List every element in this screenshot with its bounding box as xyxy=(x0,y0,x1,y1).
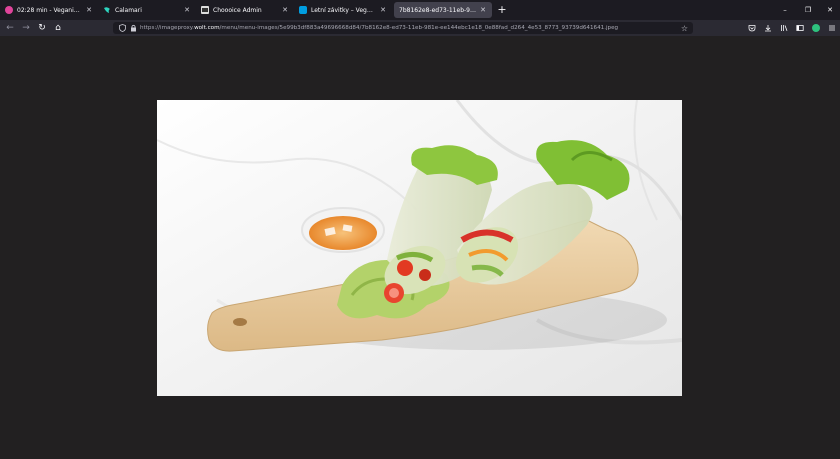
close-window-button[interactable]: ✕ xyxy=(820,0,840,20)
url-text[interactable]: https://imageproxy.wolt.com/menu/menu-im… xyxy=(140,25,681,31)
pink-circle-icon xyxy=(5,6,13,14)
url-prefix: https://imageproxy. xyxy=(140,25,195,31)
downloads-icon[interactable] xyxy=(760,20,776,36)
wolt-icon xyxy=(299,6,307,14)
tab-title: Letní závitky – Veganio - Wolt xyxy=(311,6,376,14)
forward-button[interactable]: → xyxy=(18,20,34,36)
back-button[interactable]: ← xyxy=(2,20,18,36)
calamari-icon xyxy=(103,6,111,14)
food-image[interactable] xyxy=(157,100,682,396)
tab-veganio[interactable]: 02:28 min - Veganio, Veganio - ✕ xyxy=(0,0,98,20)
close-icon[interactable]: ✕ xyxy=(281,6,289,14)
choooice-icon xyxy=(201,6,209,14)
library-icon[interactable] xyxy=(776,20,792,36)
close-icon[interactable]: ✕ xyxy=(183,6,191,14)
new-tab-button[interactable]: + xyxy=(494,2,510,18)
close-icon[interactable]: ✕ xyxy=(379,6,387,14)
tab-choooice-admin[interactable]: Choooice Admin ✕ xyxy=(196,0,294,20)
tab-image-active[interactable]: 7b8162e8-ed73-11eb-981e-ee144c ✕ xyxy=(394,2,492,18)
restore-button[interactable]: ❐ xyxy=(798,0,818,20)
url-domain: wolt.com xyxy=(194,25,220,31)
menu-icon[interactable] xyxy=(824,20,840,36)
bookmark-star-icon[interactable]: ☆ xyxy=(681,24,688,33)
tab-wolt[interactable]: Letní závitky – Veganio - Wolt ✕ xyxy=(294,0,392,20)
tab-title: 7b8162e8-ed73-11eb-981e-ee144c xyxy=(399,6,476,14)
tab-title: Calamari xyxy=(115,6,142,14)
reload-button[interactable]: ↻ xyxy=(34,20,50,36)
tab-bar: 02:28 min - Veganio, Veganio - ✕ Calamar… xyxy=(0,0,840,20)
tab-title: 02:28 min - Veganio, Veganio - xyxy=(17,6,82,14)
shield-icon[interactable] xyxy=(118,24,126,32)
pocket-icon[interactable] xyxy=(744,20,760,36)
url-path: /menu/menu-images/5e99b3df883a49696668d8… xyxy=(219,25,619,31)
home-button[interactable]: ⌂ xyxy=(50,20,66,36)
address-bar[interactable]: https://imageproxy.wolt.com/menu/menu-im… xyxy=(113,22,693,34)
toolbar-right xyxy=(744,20,840,36)
sidebar-icon[interactable] xyxy=(792,20,808,36)
close-icon[interactable]: ✕ xyxy=(85,6,93,14)
close-icon[interactable]: ✕ xyxy=(479,6,487,14)
image-viewer xyxy=(0,36,840,459)
lock-icon[interactable] xyxy=(129,24,137,32)
account-icon[interactable] xyxy=(808,20,824,36)
tab-title: Choooice Admin xyxy=(213,6,262,14)
tab-calamari[interactable]: Calamari ✕ xyxy=(98,0,196,20)
minimize-button[interactable]: – xyxy=(775,0,795,20)
